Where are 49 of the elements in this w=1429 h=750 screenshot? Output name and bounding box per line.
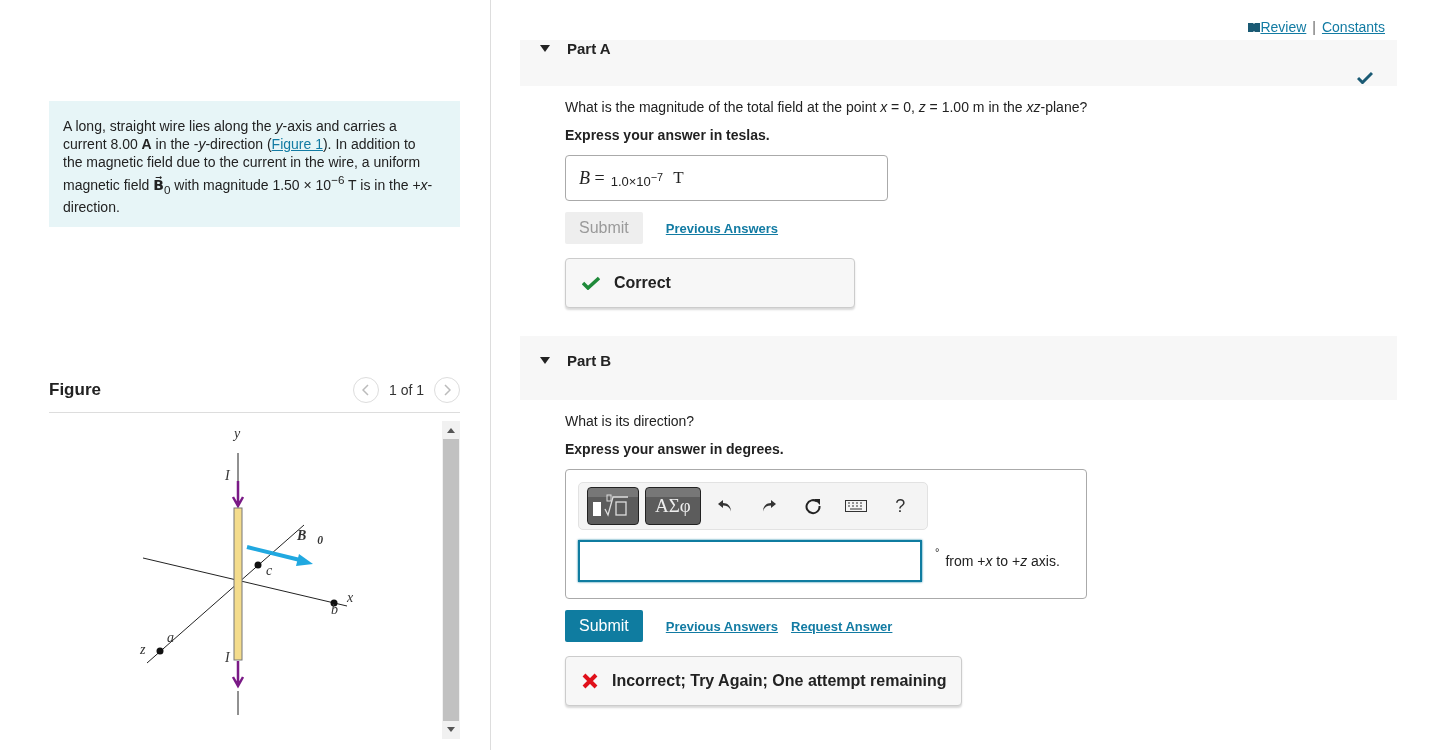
link-separator: |: [1312, 19, 1316, 35]
part-title: Part A: [567, 40, 611, 57]
constants-link[interactable]: Constants: [1321, 19, 1385, 35]
figure-pager: 1 of 1: [388, 382, 424, 398]
diagram-label: z: [140, 643, 146, 657]
diagram-label: b: [331, 603, 338, 617]
unit-text: from +x to +z axis.: [945, 553, 1060, 569]
diagram-label: I: [225, 651, 230, 665]
figure-title: Figure: [49, 380, 101, 400]
collapse-icon[interactable]: [540, 357, 550, 364]
part-header[interactable]: Part B: [520, 336, 1397, 400]
diagram-label: a: [167, 631, 174, 645]
problem-text: A long, straight wire lies along the y-axis and carries a current 8.00 A in the -y-direction (Figure 1). In addition to the magnetic field due to the current in the wire, a uniform magnetic field B⃗$_{0}$ with magnitude 1.50 × 10$^{−6}$ T is in the +x-direction.: [49, 101, 460, 227]
diagram-label: x: [347, 591, 354, 605]
instruction-text: Express your answer in teslas.: [565, 127, 771, 143]
diagram-label: y: [234, 427, 241, 441]
submit-button[interactable]: Submit: [565, 610, 643, 642]
review-link[interactable]: Review: [1248, 19, 1307, 35]
part-header[interactable]: Part A: [520, 40, 1397, 86]
diagram-label: c: [266, 564, 273, 578]
answer-field[interactable]: B = 1.0×10$^{−7}$ T: [565, 155, 888, 201]
book-icon: [1248, 22, 1261, 32]
undo-icon: [717, 499, 734, 513]
figure-link[interactable]: Figure 1: [271, 136, 323, 152]
keyboard-icon: [845, 500, 868, 512]
answer-input[interactable]: [578, 540, 922, 582]
question-text: What is its direction?: [565, 413, 696, 429]
collapse-icon[interactable]: [540, 45, 550, 52]
instruction-text: Express your answer in degrees.: [565, 441, 785, 457]
feedback-message: Incorrect; Try Again; One attempt remaining: [565, 656, 962, 706]
answer-link[interactable]: Previous Answers: [665, 618, 779, 634]
chevron-left-icon: [361, 384, 370, 396]
reset-icon: [803, 497, 822, 515]
help-button[interactable]: ?: [881, 488, 919, 524]
question-text: What is the magnitude of the total field at the point x = 0, z = 1.00 m in the xz-plane?: [565, 99, 1089, 115]
symbols-button[interactable]: ΑΣφ: [645, 487, 701, 525]
redo-icon: [761, 499, 778, 513]
scrollbar[interactable]: [442, 421, 460, 739]
template-button[interactable]: [587, 487, 639, 525]
diagram-label: B⃗$_{0}$: [297, 529, 324, 548]
feedback-message: Correct: [565, 258, 855, 308]
checkmark-icon: [582, 276, 600, 290]
part-title: Part B: [567, 352, 612, 369]
cross-icon: [582, 673, 598, 689]
answer-link[interactable]: Previous Answers: [665, 220, 779, 236]
diagram-label: I: [225, 469, 230, 483]
chevron-right-icon: [443, 384, 451, 396]
answer-link[interactable]: Request Answer: [791, 618, 893, 634]
degree-symbol: °: [935, 546, 940, 558]
